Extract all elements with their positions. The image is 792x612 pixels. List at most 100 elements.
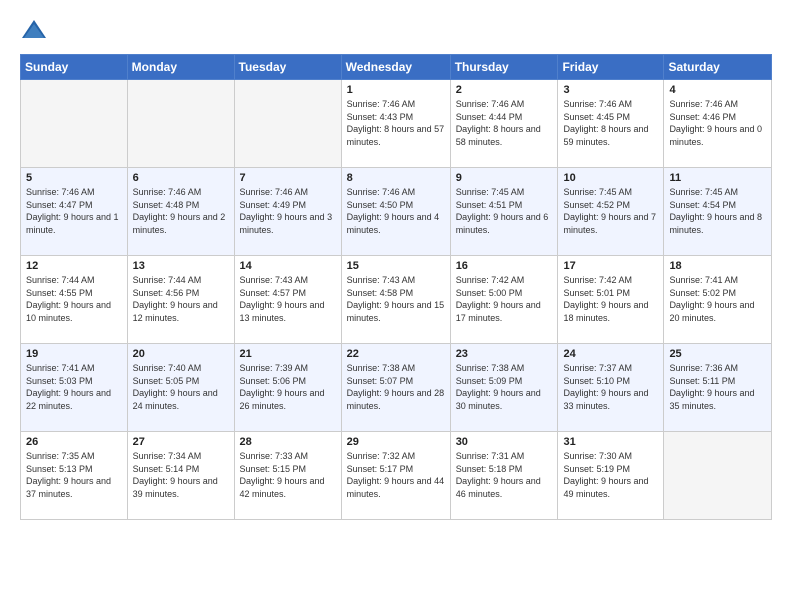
page: SundayMondayTuesdayWednesdayThursdayFrid… <box>0 0 792 612</box>
day-number: 29 <box>347 436 445 448</box>
weekday-header-monday: Monday <box>127 55 234 80</box>
day-info: Sunrise: 7:32 AMSunset: 5:17 PMDaylight:… <box>347 450 445 500</box>
day-number: 22 <box>347 348 445 360</box>
calendar-cell: 20 Sunrise: 7:40 AMSunset: 5:05 PMDayligh… <box>127 344 234 432</box>
day-info: Sunrise: 7:38 AMSunset: 5:07 PMDaylight:… <box>347 362 445 412</box>
day-info: Sunrise: 7:34 AMSunset: 5:14 PMDaylight:… <box>133 450 229 500</box>
calendar-cell: 25 Sunrise: 7:36 AMSunset: 5:11 PMDayligh… <box>664 344 772 432</box>
day-info: Sunrise: 7:45 AMSunset: 4:51 PMDaylight:… <box>456 186 553 236</box>
day-info: Sunrise: 7:39 AMSunset: 5:06 PMDaylight:… <box>240 362 336 412</box>
weekday-header-tuesday: Tuesday <box>234 55 341 80</box>
day-number: 5 <box>26 172 122 184</box>
day-number: 26 <box>26 436 122 448</box>
calendar-cell: 19 Sunrise: 7:41 AMSunset: 5:03 PMDayligh… <box>21 344 128 432</box>
day-number: 31 <box>563 436 658 448</box>
day-number: 17 <box>563 260 658 272</box>
day-number: 24 <box>563 348 658 360</box>
day-number: 9 <box>456 172 553 184</box>
calendar-cell: 11 Sunrise: 7:45 AMSunset: 4:54 PMDayligh… <box>664 168 772 256</box>
day-info: Sunrise: 7:40 AMSunset: 5:05 PMDaylight:… <box>133 362 229 412</box>
day-info: Sunrise: 7:42 AMSunset: 5:01 PMDaylight:… <box>563 274 658 324</box>
calendar-cell: 4 Sunrise: 7:46 AMSunset: 4:46 PMDaylight… <box>664 80 772 168</box>
weekday-header-sunday: Sunday <box>21 55 128 80</box>
week-row-4: 19 Sunrise: 7:41 AMSunset: 5:03 PMDayligh… <box>21 344 772 432</box>
day-number: 19 <box>26 348 122 360</box>
day-info: Sunrise: 7:46 AMSunset: 4:46 PMDaylight:… <box>669 98 766 148</box>
day-number: 11 <box>669 172 766 184</box>
logo-icon <box>20 16 48 44</box>
day-info: Sunrise: 7:46 AMSunset: 4:48 PMDaylight:… <box>133 186 229 236</box>
day-info: Sunrise: 7:33 AMSunset: 5:15 PMDaylight:… <box>240 450 336 500</box>
day-info: Sunrise: 7:44 AMSunset: 4:55 PMDaylight:… <box>26 274 122 324</box>
day-number: 6 <box>133 172 229 184</box>
weekday-header-row: SundayMondayTuesdayWednesdayThursdayFrid… <box>21 55 772 80</box>
day-number: 20 <box>133 348 229 360</box>
calendar-cell: 15Sunrise: 7:43 AMSunset: 4:58 PMDayligh… <box>341 256 450 344</box>
day-info: Sunrise: 7:35 AMSunset: 5:13 PMDaylight:… <box>26 450 122 500</box>
calendar-cell: 5 Sunrise: 7:46 AMSunset: 4:47 PMDaylight… <box>21 168 128 256</box>
day-info: Sunrise: 7:46 AMSunset: 4:47 PMDaylight:… <box>26 186 122 236</box>
day-info: Sunrise: 7:41 AMSunset: 5:02 PMDaylight:… <box>669 274 766 324</box>
calendar-cell: 13 Sunrise: 7:44 AMSunset: 4:56 PMDayligh… <box>127 256 234 344</box>
day-info: Sunrise: 7:46 AMSunset: 4:50 PMDaylight:… <box>347 186 445 236</box>
day-number: 12 <box>26 260 122 272</box>
calendar-cell: 1Sunrise: 7:46 AMSunset: 4:43 PMDaylight… <box>341 80 450 168</box>
day-info: Sunrise: 7:44 AMSunset: 4:56 PMDaylight:… <box>133 274 229 324</box>
day-info: Sunrise: 7:45 AMSunset: 4:54 PMDaylight:… <box>669 186 766 236</box>
day-number: 18 <box>669 260 766 272</box>
calendar-cell: 28Sunrise: 7:33 AMSunset: 5:15 PMDayligh… <box>234 432 341 520</box>
day-info: Sunrise: 7:37 AMSunset: 5:10 PMDaylight:… <box>563 362 658 412</box>
calendar-cell: 21 Sunrise: 7:39 AMSunset: 5:06 PMDayligh… <box>234 344 341 432</box>
day-number: 13 <box>133 260 229 272</box>
calendar-cell: 16 Sunrise: 7:42 AMSunset: 5:00 PMDayligh… <box>450 256 558 344</box>
weekday-header-friday: Friday <box>558 55 664 80</box>
day-number: 14 <box>240 260 336 272</box>
day-number: 27 <box>133 436 229 448</box>
calendar-cell: 17 Sunrise: 7:42 AMSunset: 5:01 PMDayligh… <box>558 256 664 344</box>
week-row-1: 1Sunrise: 7:46 AMSunset: 4:43 PMDaylight… <box>21 80 772 168</box>
weekday-header-saturday: Saturday <box>664 55 772 80</box>
calendar-cell: 29 Sunrise: 7:32 AMSunset: 5:17 PMDayligh… <box>341 432 450 520</box>
week-row-3: 12 Sunrise: 7:44 AMSunset: 4:55 PMDayligh… <box>21 256 772 344</box>
day-number: 21 <box>240 348 336 360</box>
day-info: Sunrise: 7:43 AMSunset: 4:57 PMDaylight:… <box>240 274 336 324</box>
day-number: 23 <box>456 348 553 360</box>
day-info: Sunrise: 7:38 AMSunset: 5:09 PMDaylight:… <box>456 362 553 412</box>
calendar-cell: 31 Sunrise: 7:30 AMSunset: 5:19 PMDayligh… <box>558 432 664 520</box>
calendar-cell: 14 Sunrise: 7:43 AMSunset: 4:57 PMDayligh… <box>234 256 341 344</box>
logo <box>20 16 52 44</box>
calendar-cell: 18 Sunrise: 7:41 AMSunset: 5:02 PMDayligh… <box>664 256 772 344</box>
day-info: Sunrise: 7:30 AMSunset: 5:19 PMDaylight:… <box>563 450 658 500</box>
calendar-cell: 24 Sunrise: 7:37 AMSunset: 5:10 PMDayligh… <box>558 344 664 432</box>
calendar-cell: 3 Sunrise: 7:46 AMSunset: 4:45 PMDaylight… <box>558 80 664 168</box>
calendar-cell <box>664 432 772 520</box>
calendar-cell: 26 Sunrise: 7:35 AMSunset: 5:13 PMDayligh… <box>21 432 128 520</box>
day-info: Sunrise: 7:36 AMSunset: 5:11 PMDaylight:… <box>669 362 766 412</box>
day-number: 3 <box>563 84 658 96</box>
calendar-cell: 23 Sunrise: 7:38 AMSunset: 5:09 PMDayligh… <box>450 344 558 432</box>
day-info: Sunrise: 7:43 AMSunset: 4:58 PMDaylight:… <box>347 274 445 324</box>
calendar-cell: 7Sunrise: 7:46 AMSunset: 4:49 PMDaylight… <box>234 168 341 256</box>
day-number: 25 <box>669 348 766 360</box>
calendar-cell <box>234 80 341 168</box>
week-row-2: 5 Sunrise: 7:46 AMSunset: 4:47 PMDaylight… <box>21 168 772 256</box>
day-number: 8 <box>347 172 445 184</box>
header <box>20 16 772 44</box>
week-row-5: 26 Sunrise: 7:35 AMSunset: 5:13 PMDayligh… <box>21 432 772 520</box>
day-info: Sunrise: 7:46 AMSunset: 4:45 PMDaylight:… <box>563 98 658 148</box>
calendar-cell: 9 Sunrise: 7:45 AMSunset: 4:51 PMDaylight… <box>450 168 558 256</box>
calendar-cell: 27 Sunrise: 7:34 AMSunset: 5:14 PMDayligh… <box>127 432 234 520</box>
day-info: Sunrise: 7:45 AMSunset: 4:52 PMDaylight:… <box>563 186 658 236</box>
weekday-header-wednesday: Wednesday <box>341 55 450 80</box>
day-number: 4 <box>669 84 766 96</box>
day-info: Sunrise: 7:46 AMSunset: 4:43 PMDaylight:… <box>347 98 445 148</box>
calendar-cell: 22 Sunrise: 7:38 AMSunset: 5:07 PMDayligh… <box>341 344 450 432</box>
calendar-cell: 8 Sunrise: 7:46 AMSunset: 4:50 PMDaylight… <box>341 168 450 256</box>
day-info: Sunrise: 7:46 AMSunset: 4:44 PMDaylight:… <box>456 98 553 148</box>
calendar-cell <box>127 80 234 168</box>
day-info: Sunrise: 7:42 AMSunset: 5:00 PMDaylight:… <box>456 274 553 324</box>
calendar-cell: 30Sunrise: 7:31 AMSunset: 5:18 PMDayligh… <box>450 432 558 520</box>
day-info: Sunrise: 7:41 AMSunset: 5:03 PMDaylight:… <box>26 362 122 412</box>
day-number: 16 <box>456 260 553 272</box>
day-info: Sunrise: 7:31 AMSunset: 5:18 PMDaylight:… <box>456 450 553 500</box>
